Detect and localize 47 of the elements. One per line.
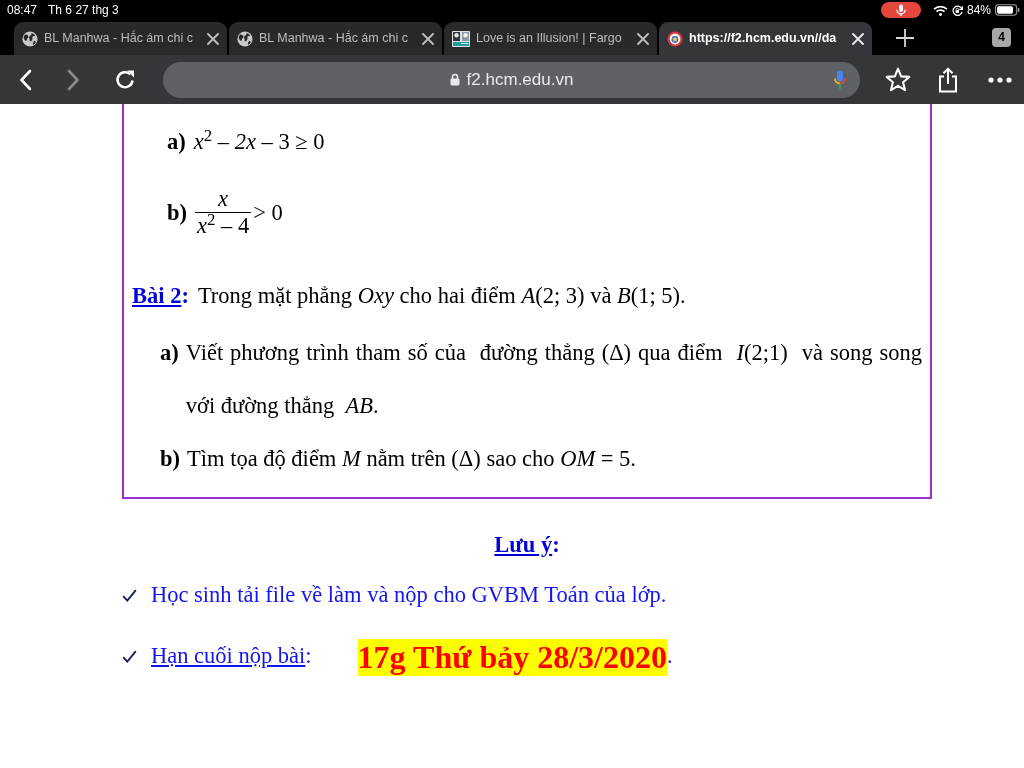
- close-icon[interactable]: [422, 32, 434, 45]
- rotation-lock-icon: [951, 4, 963, 16]
- notes-heading: Lưu ý:: [494, 532, 560, 557]
- check-icon: [122, 649, 137, 663]
- part-label: a): [167, 128, 186, 156]
- back-icon[interactable]: [18, 68, 32, 91]
- close-icon[interactable]: [207, 32, 219, 45]
- emblem-icon: [667, 30, 683, 47]
- share-icon[interactable]: [938, 66, 958, 93]
- problem-text: Tìm tọa độ điểm M nằm trên (Δ) sao cho OM = 5.: [187, 445, 637, 473]
- wifi-icon: [932, 4, 948, 16]
- fraction-denominator: x$^{2}$ – 4: [195, 212, 252, 239]
- inequality-text: > 0: [253, 198, 283, 227]
- battery-percent-text: 84%: [966, 2, 991, 19]
- math-expression: x$^{2}$ – 2x – 3 ≥ 0: [193, 124, 325, 156]
- battery-icon: [995, 4, 1020, 16]
- deadline-highlight: 17g Thứ bảy 28/3/2020: [357, 639, 667, 676]
- thumbnail-icon: [452, 30, 470, 47]
- browser-tab[interactable]: BL Manhwa - Hắc ám chi c: [229, 22, 442, 55]
- reload-icon[interactable]: [114, 68, 136, 91]
- browser-tab[interactable]: BL Manhwa - Hắc ám chi c: [14, 22, 227, 55]
- exercise-heading: Bài 2:: [132, 282, 189, 310]
- browser-tab[interactable]: https://f2.hcm.edu.vn//da: [659, 22, 872, 55]
- note-text: Học sinh tải file về làm và nộp cho GVBM Toán của lớp.: [151, 581, 667, 609]
- microphone-icon[interactable]: [834, 69, 846, 90]
- clock-text: 08:47: [7, 2, 38, 19]
- close-icon[interactable]: [637, 32, 649, 45]
- date-text: Th 6 27 thg 3: [48, 2, 119, 19]
- deadline-label: Hạn cuối nộp bài:: [151, 642, 312, 670]
- globe-icon: [22, 30, 38, 47]
- more-icon[interactable]: [988, 76, 1012, 83]
- address-field[interactable]: f2.hcm.edu.vn: [163, 61, 860, 98]
- lock-icon: [449, 73, 460, 86]
- part-label: a): [160, 339, 179, 367]
- microphone-indicator-icon: [880, 2, 921, 18]
- part-label: b): [167, 198, 187, 227]
- browser-tab[interactable]: Love is an Illusion! | Fargo: [444, 22, 657, 55]
- globe-icon: [237, 30, 253, 47]
- part-label: b): [160, 445, 180, 473]
- check-icon: [122, 588, 137, 602]
- fraction-numerator: x: [218, 186, 229, 212]
- period-text: .: [666, 642, 673, 670]
- problem-text: Viết phương trình tham số của đường thẳng (Δ) qua điểm I(2;1) và song song với đường thẳng AB.: [185, 339, 922, 420]
- tab-count-button[interactable]: 4: [992, 28, 1011, 47]
- new-tab-icon[interactable]: [896, 28, 914, 47]
- exercise-statement: Trong mặt phẳng Oxy cho hai điểm A(2; 3) và B(1; 5).: [197, 282, 686, 310]
- star-icon[interactable]: [885, 67, 911, 92]
